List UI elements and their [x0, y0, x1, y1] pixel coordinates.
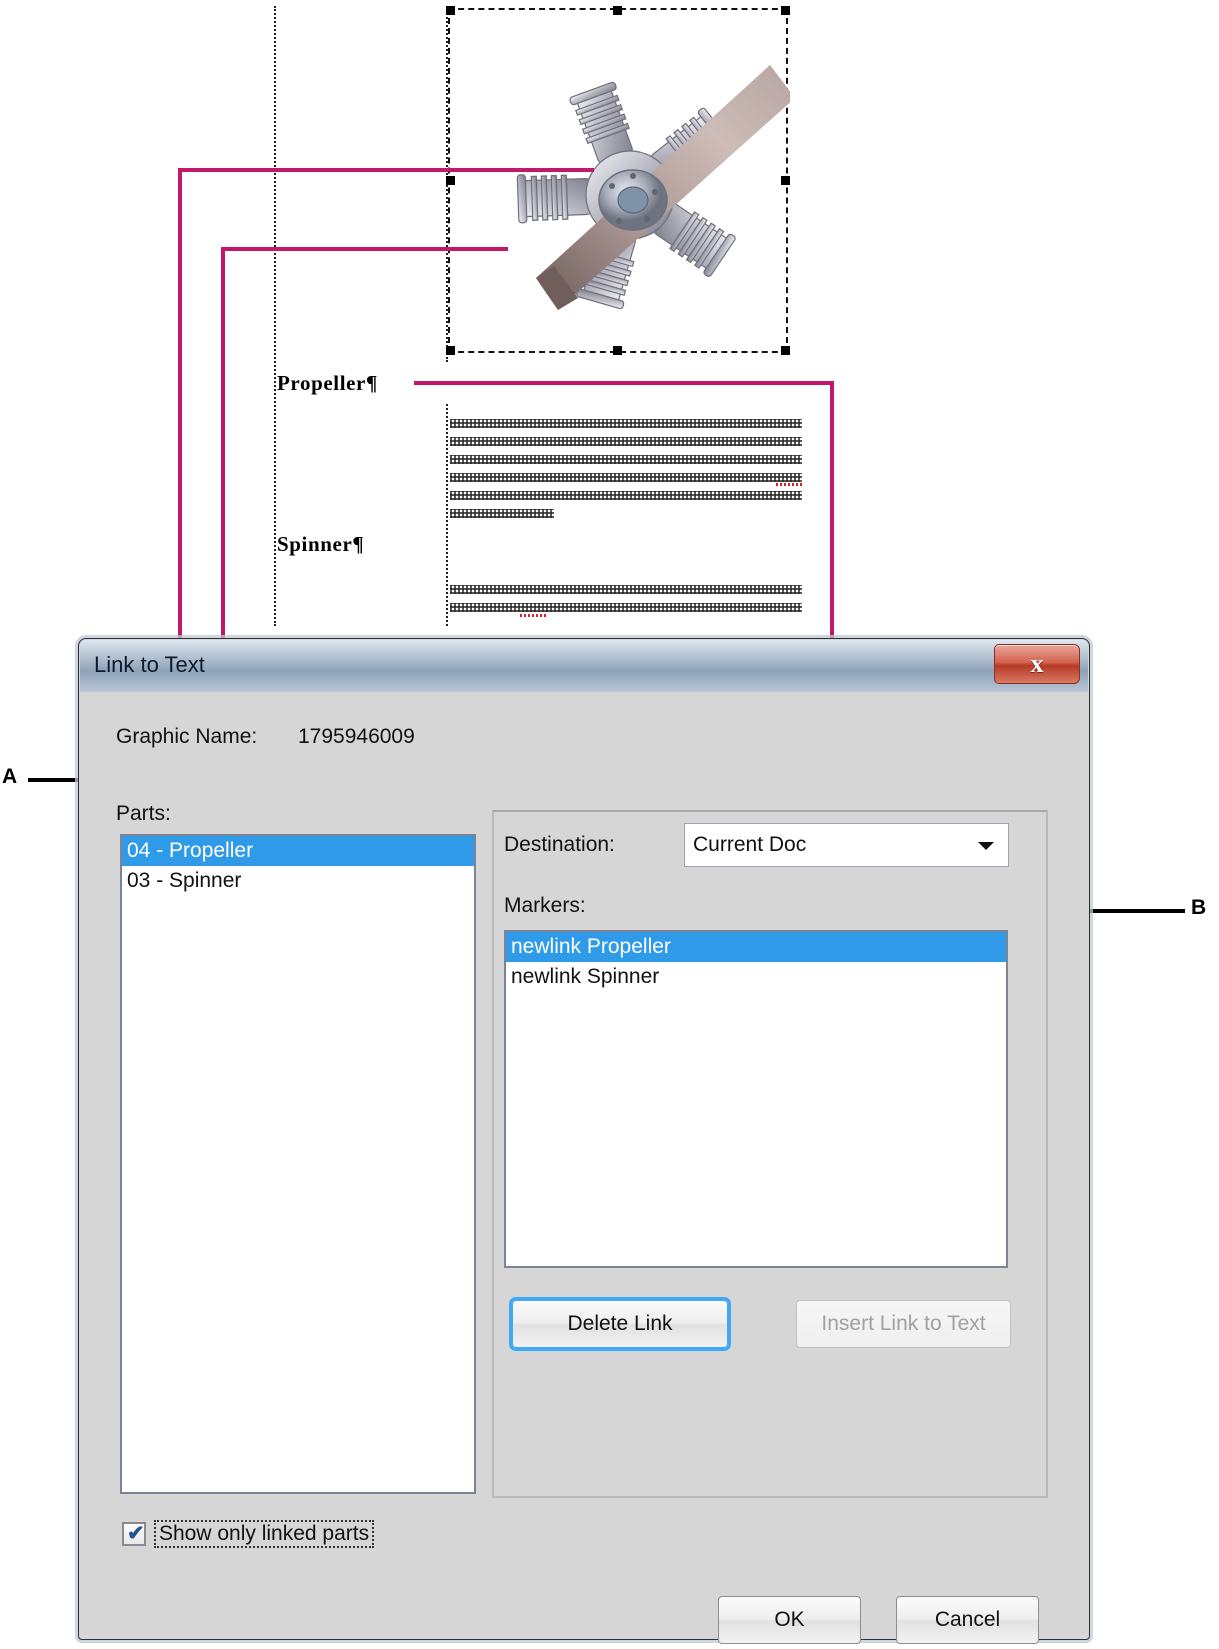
- greeked-text-line: [450, 603, 802, 612]
- close-icon: x: [1030, 649, 1044, 678]
- resize-handle-top-left[interactable]: [446, 6, 455, 15]
- destination-combobox[interactable]: Current Doc: [684, 823, 1009, 867]
- pilcrow-mark: ¶: [365, 371, 378, 395]
- resize-handle-bottom-center[interactable]: [613, 346, 622, 355]
- list-item[interactable]: 03 - Spinner: [122, 866, 474, 896]
- greeked-text-line: [450, 419, 802, 428]
- close-button[interactable]: x: [994, 644, 1080, 684]
- doc-heading-propeller: Propeller¶: [277, 371, 378, 396]
- resize-handle-middle-left[interactable]: [446, 175, 455, 185]
- greeked-text-line: [450, 585, 802, 594]
- insert-link-to-text-button[interactable]: Insert Link to Text: [796, 1300, 1011, 1348]
- list-item[interactable]: newlink Propeller: [506, 932, 1006, 962]
- list-item[interactable]: newlink Spinner: [506, 962, 1006, 992]
- resize-handle-top-center[interactable]: [613, 6, 622, 15]
- doc-heading-spinner-text: Spinner: [277, 532, 353, 556]
- link-to-text-dialog: Link to Text x Graphic Name: 1795946009 …: [78, 638, 1090, 1644]
- greeked-text-line: [450, 437, 802, 446]
- graphic-name-label: Graphic Name:: [116, 725, 258, 748]
- destination-label: Destination:: [504, 833, 615, 856]
- parts-listbox[interactable]: 04 - Propeller 03 - Spinner: [120, 834, 476, 1494]
- show-only-linked-parts-label: Show only linked parts: [154, 1520, 375, 1548]
- resize-handle-middle-right[interactable]: [781, 175, 790, 185]
- document-canvas: Propeller¶ Spinner¶: [0, 0, 1219, 660]
- show-only-linked-parts-checkbox[interactable]: ✔ Show only linked parts: [122, 1520, 375, 1548]
- resize-handle-bottom-left[interactable]: [446, 346, 455, 355]
- parts-label: Parts:: [116, 802, 171, 825]
- markers-label: Markers:: [504, 894, 586, 917]
- dialog-body: Graphic Name: 1795946009 Parts: 04 - Pro…: [80, 692, 1088, 1644]
- link-line-spinner-horizontal: [221, 247, 508, 251]
- callout-label-b: B: [1191, 896, 1207, 919]
- destination-value: Current Doc: [693, 833, 807, 856]
- checkmark-icon: ✔: [127, 1522, 145, 1545]
- checkbox-box[interactable]: ✔: [122, 1522, 146, 1546]
- screenshot-root: Propeller¶ Spinner¶ A B Link to Text x G…: [0, 0, 1219, 1649]
- resize-handle-bottom-right[interactable]: [781, 346, 790, 355]
- greeked-text-line: [450, 455, 802, 464]
- greeked-text-line: [450, 491, 802, 500]
- callout-label-a: A: [2, 765, 18, 788]
- link-line-marker-horizontal-top: [414, 381, 834, 385]
- graphic-selection-frame[interactable]: [446, 6, 790, 355]
- pilcrow-mark: ¶: [352, 532, 365, 556]
- chevron-down-icon: [978, 842, 994, 850]
- radial-engine-propeller-3d-graphic: [516, 65, 790, 310]
- resize-handle-top-right[interactable]: [781, 6, 790, 15]
- cancel-button[interactable]: Cancel: [896, 1596, 1039, 1644]
- list-item[interactable]: 04 - Propeller: [122, 836, 474, 866]
- delete-link-button[interactable]: Delete Link: [512, 1300, 728, 1348]
- link-line-propeller-horizontal: [178, 168, 594, 172]
- text-frame-guide-left: [274, 6, 276, 626]
- spellcheck-squiggle: [776, 483, 802, 486]
- doc-heading-spinner: Spinner¶: [277, 532, 364, 557]
- ok-button[interactable]: OK: [718, 1596, 861, 1644]
- greeked-text-line: [450, 509, 554, 518]
- dialog-titlebar[interactable]: Link to Text x: [80, 640, 1088, 692]
- graphic-name-value: 1795946009: [298, 725, 415, 748]
- greeked-text-line: [450, 473, 802, 482]
- spellcheck-squiggle: [520, 614, 546, 617]
- markers-listbox[interactable]: newlink Propeller newlink Spinner: [504, 930, 1008, 1268]
- dialog-title: Link to Text: [94, 652, 205, 677]
- doc-heading-propeller-text: Propeller: [277, 371, 366, 395]
- text-frame-guide-body: [446, 404, 448, 626]
